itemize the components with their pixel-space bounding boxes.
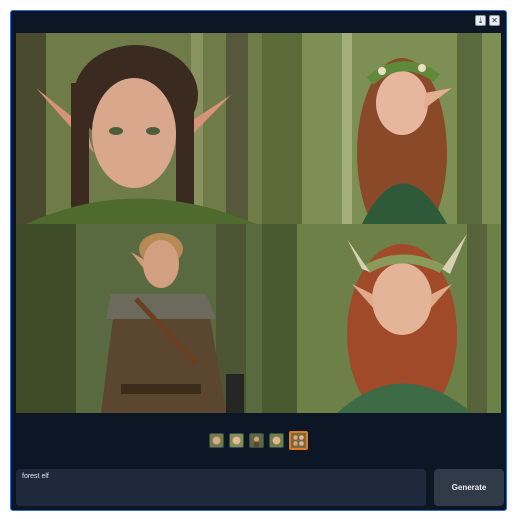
thumbnail-5-selected[interactable] <box>289 431 308 450</box>
close-icon[interactable]: ✕ <box>489 15 500 26</box>
thumbnail-1[interactable] <box>209 433 224 448</box>
thumbnail-3[interactable] <box>249 433 264 448</box>
image-gallery <box>16 33 501 413</box>
gallery-image-2[interactable] <box>262 33 501 224</box>
gallery-image-3[interactable] <box>16 224 262 413</box>
generate-button[interactable]: Generate <box>434 469 504 506</box>
window-controls: ⤓ ✕ <box>475 15 500 26</box>
gallery-image-4[interactable] <box>262 224 501 413</box>
download-icon[interactable]: ⤓ <box>475 15 486 26</box>
thumbnail-2[interactable] <box>229 433 244 448</box>
thumbnail-strip <box>11 431 506 450</box>
prompt-input[interactable]: forest elf <box>16 469 426 506</box>
app-window: ⤓ ✕ forest elf Generate <box>10 10 507 511</box>
gallery-image-1[interactable] <box>16 33 262 224</box>
thumbnail-4[interactable] <box>269 433 284 448</box>
